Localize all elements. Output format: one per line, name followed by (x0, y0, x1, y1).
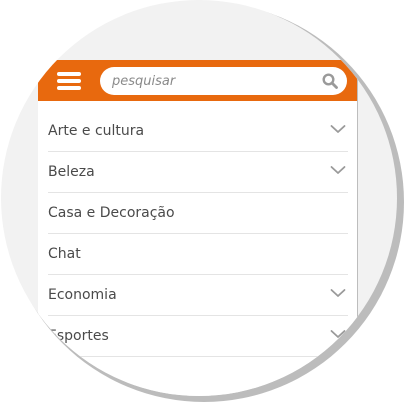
mobile-screen: Arte e cultura Beleza Casa e Decoração C… (38, 60, 358, 396)
category-menu: Arte e cultura Beleza Casa e Decoração C… (48, 111, 348, 357)
chevron-down-icon[interactable] (330, 288, 346, 298)
menu-item-label: Esportes (48, 328, 109, 344)
menu-item-label: Arte e cultura (48, 123, 145, 139)
hamburger-menu-icon[interactable] (57, 70, 81, 92)
chevron-down-icon[interactable] (330, 124, 346, 134)
menu-item-label: Chat (48, 246, 81, 262)
app-preview: Arte e cultura Beleza Casa e Decoração C… (0, 0, 406, 404)
search-box[interactable] (100, 67, 347, 95)
menu-item-casa-e-decoracao[interactable]: Casa e Decoração (48, 193, 348, 234)
menu-item-label: Casa e Decoração (48, 205, 175, 221)
menu-item-arte-e-cultura[interactable]: Arte e cultura (48, 111, 348, 152)
menu-item-label: Beleza (48, 164, 95, 180)
menu-item-economia[interactable]: Economia (48, 275, 348, 316)
menu-item-esportes[interactable]: Esportes (48, 316, 348, 357)
search-input[interactable] (112, 71, 312, 91)
top-bar (38, 60, 357, 101)
chevron-down-icon[interactable] (330, 329, 346, 339)
circle-frame: Arte e cultura Beleza Casa e Decoração C… (1, 0, 397, 396)
chevron-down-icon[interactable] (330, 165, 346, 175)
menu-item-beleza[interactable]: Beleza (48, 152, 348, 193)
menu-item-chat[interactable]: Chat (48, 234, 348, 275)
search-icon[interactable] (322, 73, 338, 89)
menu-item-label: Economia (48, 287, 117, 303)
